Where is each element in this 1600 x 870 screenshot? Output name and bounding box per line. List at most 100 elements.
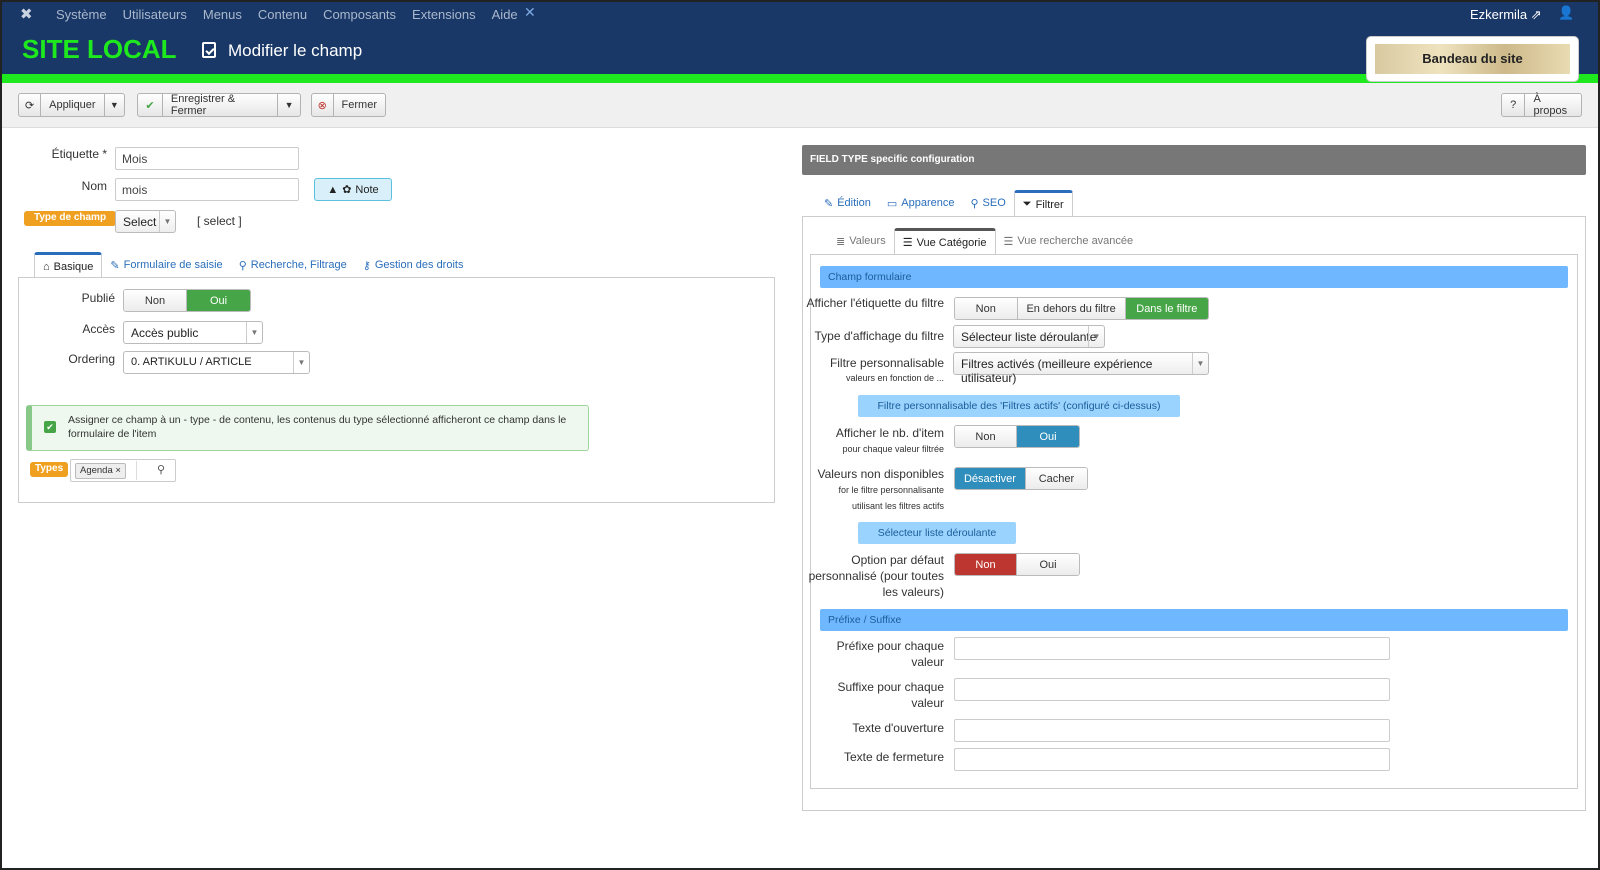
tab-formulaire-label: Formulaire de saisie <box>123 259 223 271</box>
search-icon[interactable]: ⚲ <box>157 463 165 476</box>
tab-formulaire[interactable]: ✎ Formulaire de saisie <box>102 252 230 278</box>
section-prefix-suffix: Préfixe / Suffixe <box>820 609 1568 631</box>
left-tabs: ⌂ Basique ✎ Formulaire de saisie ⚲ Recherch… <box>34 252 471 278</box>
close-circle-icon: ⊗ <box>312 94 334 116</box>
user-icon[interactable]: 👤 <box>1558 5 1574 21</box>
custom-filter-pill: Filtre personnalisable des 'Filtres acti… <box>858 395 1180 417</box>
tab-apparence[interactable]: ▭ Apparence <box>879 190 963 216</box>
opening-text-label: Texte d'ouverture <box>852 721 944 735</box>
chevron-down-icon: ▼ <box>293 352 309 373</box>
show-label-inside[interactable]: Dans le filtre <box>1125 298 1208 319</box>
name-input[interactable]: mois <box>115 178 299 201</box>
name-field-label: Nom <box>81 179 107 193</box>
tab-edition[interactable]: ✎ Édition <box>816 190 879 216</box>
tab-apparence-label: Apparence <box>901 197 955 209</box>
tab-filtrer[interactable]: ⏷ Filtrer <box>1013 190 1073 216</box>
subtab-vue-categorie-label: Vue Catégorie <box>916 236 987 249</box>
show-label-outside[interactable]: En dehors du filtre <box>1017 298 1126 319</box>
default-option-label-3: les valeurs) <box>882 585 944 599</box>
item-count-oui[interactable]: Oui <box>1017 426 1079 447</box>
edit-icon: ✎ <box>110 259 120 272</box>
site-banner[interactable]: Bandeau du site <box>1366 36 1579 82</box>
toolbar: ⟳ Appliquer ▼ ✔ Enregistrer & Fermer ▼ ⊗… <box>2 83 1598 128</box>
check-icon[interactable]: ✔ <box>138 94 163 116</box>
joomla-logo-icon[interactable]: ✖ <box>20 5 33 23</box>
menu-contenu[interactable]: Contenu <box>258 7 307 22</box>
published-non[interactable]: Non <box>124 290 187 311</box>
unavailable-desactiver[interactable]: Désactiver <box>955 468 1026 489</box>
item-count-non[interactable]: Non <box>955 426 1018 447</box>
default-option-label-2: personnalisé (pour toutes <box>808 569 944 583</box>
gear-icon: ✿ <box>342 184 352 196</box>
filter-icon: ⏷ <box>1022 198 1032 210</box>
closing-text-input[interactable] <box>954 748 1390 771</box>
access-select[interactable]: Accès public ▼ <box>123 321 263 344</box>
default-option-non[interactable]: Non <box>955 554 1018 575</box>
save-close-button-group: ✔ Enregistrer & Fermer ▼ <box>137 93 301 117</box>
page-title: Modifier le champ <box>202 41 362 61</box>
tab-recherche[interactable]: ⚲ Recherche, Filtrage <box>231 252 355 278</box>
search-icon: ⚲ <box>238 259 247 272</box>
list-icon: ☰ <box>902 237 913 249</box>
tab-recherche-label: Recherche, Filtrage <box>250 259 347 271</box>
section-champ-formulaire: Champ formulaire <box>820 266 1568 288</box>
menu-aide[interactable]: Aide <box>492 7 518 22</box>
types-badge: Types <box>30 462 69 477</box>
key-icon: ⚷ <box>362 259 371 272</box>
menu-composants[interactable]: Composants <box>323 7 396 22</box>
closing-text-label: Texte de fermeture <box>843 750 944 764</box>
tab-droits[interactable]: ⚷ Gestion des droits <box>355 252 472 278</box>
menu-utilisateurs[interactable]: Utilisateurs <box>123 7 187 22</box>
access-label: Accès <box>82 322 115 336</box>
site-title[interactable]: SITE LOCAL <box>22 34 177 65</box>
menu-systeme[interactable]: Système <box>56 7 107 22</box>
refresh-icon[interactable]: ⟳ <box>19 94 42 116</box>
subtab-vue-categorie[interactable]: ☰ Vue Catégorie <box>893 228 996 254</box>
list-icon: ☰ <box>1003 235 1014 248</box>
tab-seo[interactable]: ⚲ SEO <box>962 190 1013 216</box>
monitor-icon: ▭ <box>886 197 898 210</box>
note-button[interactable]: ▲ ✿ Note <box>314 178 392 201</box>
menu-extensions[interactable]: Extensions <box>412 7 476 22</box>
prefix-input[interactable] <box>954 637 1390 660</box>
checkbox-checked-icon[interactable]: ✔ <box>44 421 56 433</box>
default-option-label-1: Option par défaut <box>851 553 944 567</box>
chevron-down-icon: ▼ <box>1088 326 1104 347</box>
chevron-down-icon: ▼ <box>159 211 175 232</box>
default-option-oui[interactable]: Oui <box>1017 554 1079 575</box>
header: SITE LOCAL Modifier le champ <box>2 26 1598 74</box>
opening-text-input[interactable] <box>954 719 1390 742</box>
about-button[interactable]: ? À propos <box>1501 93 1582 117</box>
about-button-label: À propos <box>1533 93 1568 117</box>
suffix-input[interactable] <box>954 678 1390 701</box>
remove-tag-icon[interactable]: × <box>115 465 121 476</box>
x-logo-icon[interactable]: ✕ <box>524 4 536 21</box>
menu-menus[interactable]: Menus <box>203 7 242 22</box>
types-multiselect[interactable]: Agenda × ⚲ <box>70 459 176 482</box>
chevron-down-icon: ▼ <box>246 322 262 343</box>
user-link[interactable]: Ezkermila ⇗ <box>1470 7 1542 23</box>
top-menu: Système Utilisateurs Menus Contenu Compo… <box>56 7 518 22</box>
tab-basique[interactable]: ⌂ Basique <box>34 252 103 278</box>
apply-dropdown-button[interactable]: ▼ <box>103 94 124 116</box>
unavailable-cacher[interactable]: Cacher <box>1025 468 1087 489</box>
display-type-select[interactable]: Sélecteur liste déroulante ▼ <box>953 325 1105 348</box>
subtab-valeurs[interactable]: ≣ Valeurs <box>828 228 894 254</box>
unavailable-toggle: Désactiver Cacher <box>954 467 1088 490</box>
prefix-label-2: valeur <box>911 655 944 669</box>
show-label-toggle: Non En dehors du filtre Dans le filtre <box>954 297 1209 320</box>
ordering-select[interactable]: 0. ARTIKULU / ARTICLE ▼ <box>123 351 310 374</box>
close-button[interactable]: ⊗ Fermer <box>311 93 386 117</box>
item-count-toggle: Non Oui <box>954 425 1080 448</box>
published-oui[interactable]: Oui <box>187 290 250 311</box>
show-label-non[interactable]: Non <box>955 298 1018 319</box>
label-input[interactable]: Mois <box>115 147 299 170</box>
save-close-button[interactable]: Enregistrer & Fermer <box>163 93 277 117</box>
save-dropdown-button[interactable]: ▼ <box>277 94 300 116</box>
apply-button[interactable]: Appliquer <box>41 99 103 111</box>
published-label: Publié <box>81 291 115 305</box>
field-type-select[interactable]: Select ▼ <box>115 210 176 233</box>
custom-filter-select[interactable]: Filtres activés (meilleure expérience ut… <box>953 352 1209 385</box>
default-option-toggle: Non Oui <box>954 553 1080 576</box>
subtab-vue-recherche[interactable]: ☰ Vue recherche avancée <box>996 228 1142 254</box>
